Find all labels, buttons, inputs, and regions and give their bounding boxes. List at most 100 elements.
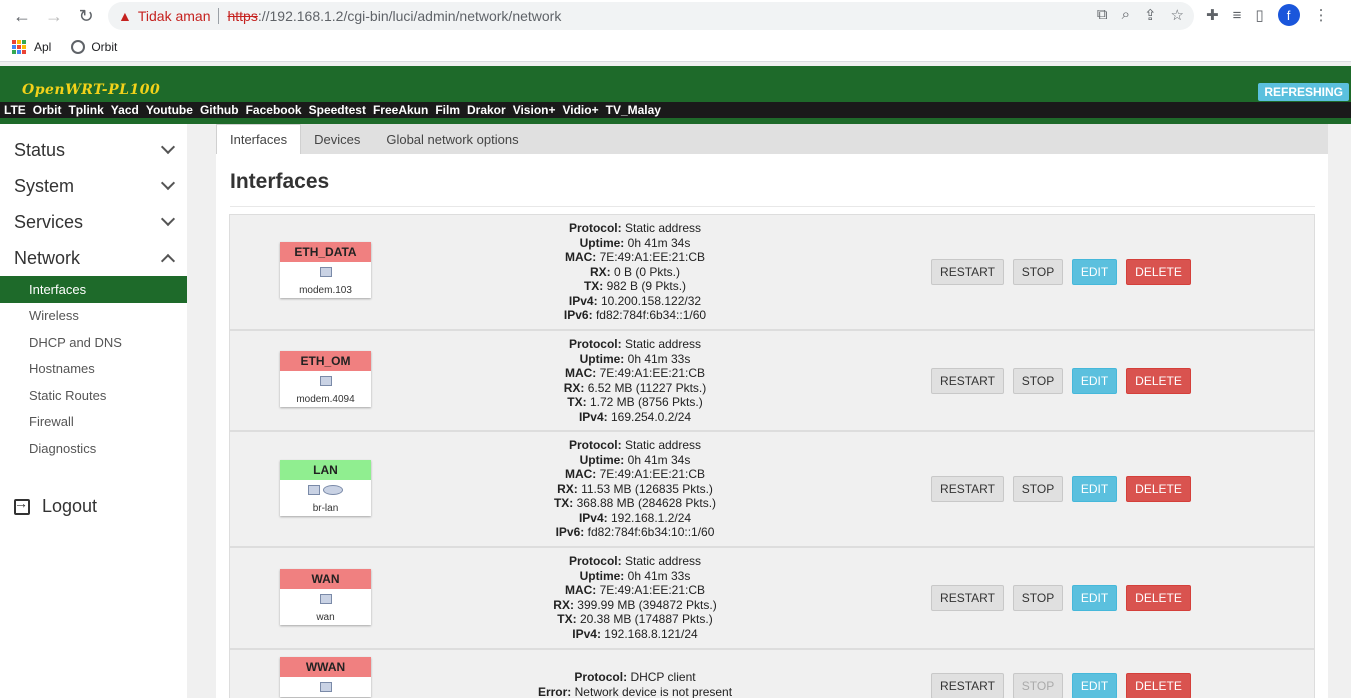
info-value: 7E:49:A1:EE:21:CB	[599, 467, 706, 481]
menu-dots-icon[interactable]: ⋮	[1314, 6, 1329, 24]
info-key: MAC:	[564, 250, 597, 264]
sidebar-subitem-wireless[interactable]: Wireless	[0, 303, 187, 330]
sidebar-subitem-firewall[interactable]: Firewall	[0, 409, 187, 436]
info-key: IPv4:	[578, 510, 608, 525]
menu-link[interactable]: Facebook	[246, 103, 302, 117]
interface-info: Protocol: Static address Uptime: 0h 41m 3…	[450, 221, 820, 323]
device-name: modem.4094	[296, 393, 355, 405]
info-line: TX: 1.72 MB (8756 Pkts.)	[450, 395, 820, 410]
share-icon[interactable]: ⇪	[1144, 6, 1157, 24]
info-key: TX:	[567, 395, 587, 409]
menu-link[interactable]: Yacd	[111, 103, 139, 117]
edit-button[interactable]: EDIT	[1072, 673, 1117, 698]
stop-button[interactable]: STOP	[1013, 259, 1063, 285]
info-line: IPv4: 192.168.1.2/24	[450, 511, 820, 526]
info-value: 6.52 MB (11227 Pkts.)	[587, 380, 707, 395]
device-icons	[280, 677, 371, 697]
info-line: Protocol: Static address	[450, 554, 820, 569]
menu-link[interactable]: Drakor	[467, 103, 506, 117]
star-icon[interactable]: ☆	[1171, 6, 1184, 24]
restart-button[interactable]: RESTART	[931, 368, 1004, 394]
menu-link[interactable]: Tplink	[68, 103, 103, 117]
row-actions: RESTART STOP EDIT DELETE	[931, 476, 1191, 502]
edit-button[interactable]: EDIT	[1072, 585, 1117, 611]
menu-link[interactable]: Github	[200, 103, 239, 117]
zoom-icon[interactable]: ⌕	[1122, 6, 1130, 24]
info-value: DHCP client	[630, 670, 696, 684]
restart-button[interactable]: RESTART	[931, 476, 1004, 502]
menu-link[interactable]: Vidio+	[562, 103, 598, 117]
tab-devices[interactable]: Devices	[301, 124, 373, 154]
delete-button[interactable]: DELETE	[1126, 585, 1191, 611]
info-line: MAC: 7E:49:A1:EE:21:CB	[450, 583, 820, 598]
apps-grid-icon	[12, 39, 26, 54]
side-panel-icon[interactable]: ▯	[1255, 6, 1263, 24]
sidebar-subitem-dhcp-dns[interactable]: DHCP and DNS	[0, 329, 187, 356]
info-key: Uptime:	[579, 351, 625, 366]
warning-icon: ▲	[118, 8, 132, 24]
menu-link[interactable]: LTE	[4, 103, 26, 117]
bookmarks-bar: Apl Orbit	[0, 32, 1351, 62]
menu-link[interactable]: TV_Malay	[606, 103, 661, 117]
stop-button[interactable]: STOP	[1013, 476, 1063, 502]
divider	[230, 206, 1315, 207]
delete-button[interactable]: DELETE	[1126, 673, 1191, 698]
table-row: ETH_DATA modem.103 Protocol: Static addres…	[229, 214, 1315, 330]
info-line: Uptime: 0h 41m 33s	[450, 569, 820, 584]
sidebar-subitem-static-routes[interactable]: Static Routes	[0, 382, 187, 409]
reading-list-icon[interactable]: ≡	[1233, 7, 1242, 24]
translate-icon[interactable]: ⧉	[1097, 6, 1108, 24]
stop-button[interactable]: STOP	[1013, 368, 1063, 394]
brand-logo[interactable]: OpenWRT-PL100	[22, 82, 160, 98]
sidebar-subitem-diagnostics[interactable]: Diagnostics	[0, 435, 187, 462]
restart-button[interactable]: RESTART	[931, 259, 1004, 285]
sidebar-item-network[interactable]: Network	[0, 240, 187, 276]
address-bar[interactable]: ▲ Tidak aman https ://192.168.1.2/cgi-bi…	[108, 2, 1194, 30]
stop-button[interactable]: STOP	[1013, 585, 1063, 611]
info-line: IPv4: 169.254.0.2/24	[450, 410, 820, 425]
sidebar-item-services[interactable]: Services	[0, 204, 187, 240]
info-key: RX:	[563, 380, 585, 395]
edit-button[interactable]: EDIT	[1072, 259, 1117, 285]
delete-button[interactable]: DELETE	[1126, 476, 1191, 502]
device-name: br-lan	[312, 502, 339, 514]
info-value: 399.99 MB (394872 Pkts.)	[577, 597, 717, 612]
back-arrow-icon[interactable]: ←	[6, 0, 38, 32]
info-value: Static address	[624, 438, 702, 452]
menu-link[interactable]: Youtube	[146, 103, 193, 117]
bookmark-apl[interactable]: Apl	[12, 39, 51, 54]
top-menu: LTE Orbit Tplink Yacd Youtube Github Facebook S…	[0, 102, 1351, 118]
delete-button[interactable]: DELETE	[1126, 368, 1191, 394]
extensions-icon[interactable]: ✚	[1206, 6, 1219, 24]
chevron-down-icon	[160, 175, 176, 191]
sidebar-subitem-hostnames[interactable]: Hostnames	[0, 356, 187, 383]
info-key: RX:	[557, 481, 578, 496]
edit-button[interactable]: EDIT	[1072, 476, 1117, 502]
forward-arrow-icon[interactable]: →	[38, 0, 70, 32]
refreshing-badge[interactable]: REFRESHING	[1258, 83, 1349, 101]
interface-badge: LAN br-lan	[280, 460, 371, 516]
menu-link[interactable]: Film	[435, 103, 460, 117]
info-key: TX:	[583, 279, 604, 293]
profile-avatar[interactable]: f	[1277, 4, 1300, 26]
stop-button[interactable]: STOP	[1013, 673, 1063, 698]
sidebar-item-status[interactable]: Status	[0, 132, 187, 168]
restart-button[interactable]: RESTART	[931, 673, 1004, 698]
reload-icon[interactable]: ↻	[70, 0, 102, 32]
menu-link[interactable]: FreeAkun	[373, 103, 428, 117]
restart-button[interactable]: RESTART	[931, 585, 1004, 611]
menu-link[interactable]: Orbit	[33, 103, 62, 117]
menu-link[interactable]: Vision+	[513, 103, 556, 117]
info-key: Uptime:	[579, 568, 625, 583]
edit-button[interactable]: EDIT	[1072, 368, 1117, 394]
sidebar-item-system[interactable]: System	[0, 168, 187, 204]
bookmark-orbit[interactable]: Orbit	[71, 39, 117, 54]
sidebar-subitem-interfaces[interactable]: Interfaces	[0, 276, 187, 303]
menu-link[interactable]: Speedtest	[309, 103, 366, 117]
interface-badge: WAN wan	[280, 569, 371, 625]
tab-global-network-options[interactable]: Global network options	[373, 124, 531, 154]
logout-link[interactable]: Logout	[14, 495, 97, 517]
delete-button[interactable]: DELETE	[1126, 259, 1191, 285]
info-line: MAC: 7E:49:A1:EE:21:CB	[450, 366, 820, 381]
tab-interfaces[interactable]: Interfaces	[216, 124, 302, 154]
